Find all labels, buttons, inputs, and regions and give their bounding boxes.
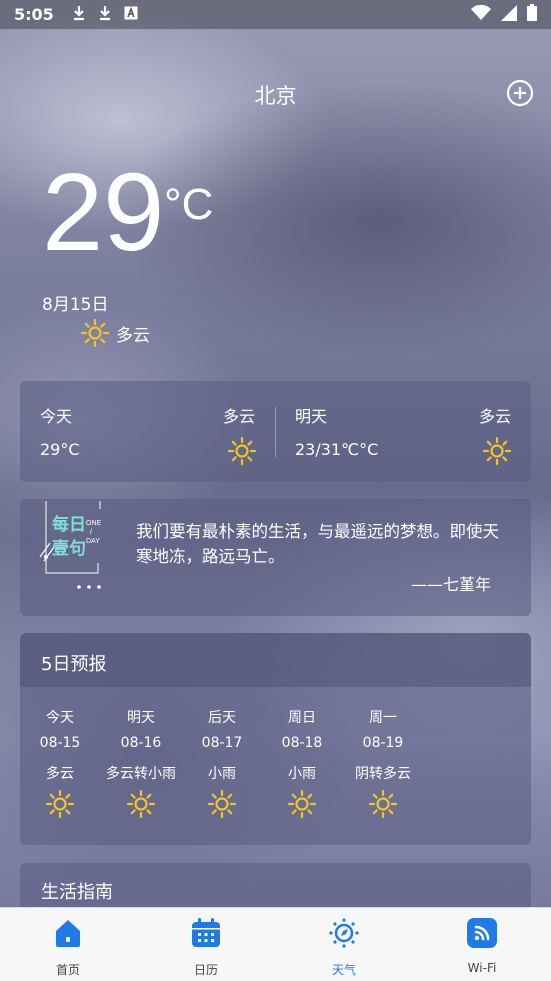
temperature-unit: °C (164, 180, 214, 229)
bottom-tab-bar: 首页 日历 天气 Wi-Fi (0, 907, 551, 981)
forecast-day-name: 周日 (288, 710, 316, 726)
today-tomorrow-card[interactable]: 今天 多云 29°C 明天 多云 23/31℃°C (20, 381, 531, 482)
tab-label: Wi-Fi (467, 961, 497, 975)
battery-icon (527, 4, 537, 25)
forecast-day-name: 今天 (46, 710, 74, 726)
forecast-day-condition: 小雨 (288, 766, 316, 782)
tab-label: 天气 (331, 963, 356, 977)
forecast-day-date: 08-15 (39, 735, 81, 751)
plus-circle-icon (506, 79, 534, 107)
sun-icon (126, 789, 156, 819)
forecast-title: 5日预报 (20, 633, 531, 687)
current-date: 8月15日 (42, 295, 109, 315)
status-time: 5:05 (14, 5, 54, 24)
add-city-button[interactable] (506, 79, 534, 107)
download-icon (72, 5, 86, 25)
sun-icon (482, 436, 512, 466)
today-section: 今天 多云 29°C (20, 381, 275, 482)
tomorrow-condition: 多云 (478, 407, 511, 426)
tab-calendar[interactable]: 日历 (156, 908, 256, 981)
tomorrow-temperature: 23/31℃°C (295, 440, 379, 459)
five-day-forecast-card: 5日预报 今天 08-15 多云 明天 08-16 多云转小雨 后天 08-17… (20, 633, 531, 845)
home-icon (56, 920, 80, 947)
wifi-icon (467, 918, 497, 948)
calendar-icon (192, 918, 220, 947)
compass-icon (329, 918, 359, 948)
quote-text: 我们要有最朴素的生活，与最遥远的梦想。即使天寒地冻，路远马亡。 (136, 522, 499, 566)
today-temperature: 29°C (40, 440, 80, 459)
forecast-day-condition: 阴转多云 (355, 766, 411, 782)
life-guide-title: 生活指南 (41, 882, 113, 903)
forecast-day-date: 08-18 (281, 735, 323, 751)
current-condition: 多云 (116, 325, 150, 346)
download-icon (98, 5, 112, 25)
today-condition: 多云 (222, 407, 255, 426)
sun-icon (207, 789, 237, 819)
quote-author: ——七堇年 (410, 575, 491, 594)
forecast-day-date: 08-17 (201, 735, 243, 751)
status-bar: 5:05 (0, 0, 551, 29)
current-temperature: 29 (42, 151, 165, 274)
sun-icon (287, 789, 317, 819)
tab-label: 首页 (55, 963, 80, 977)
app-notification-icon (124, 6, 138, 24)
tab-weather[interactable]: 天气 (294, 908, 394, 981)
wifi-signal-icon (471, 4, 491, 25)
today-label: 今天 (40, 407, 73, 426)
daily-quote-logo: ONE / DAY 每日壹句 (30, 501, 130, 601)
forecast-day-date: 08-19 (362, 735, 404, 751)
daily-quote-card[interactable]: ONE / DAY 每日壹句 我们要有最朴素的生活，与最遥远的梦想。即使天寒地冻… (20, 499, 531, 616)
forecast-day-condition: 小雨 (208, 766, 236, 782)
forecast-day-date: 08-16 (120, 735, 162, 751)
tab-wifi[interactable]: Wi-Fi (432, 908, 532, 981)
forecast-day-name: 周一 (369, 710, 397, 726)
tomorrow-label: 明天 (295, 407, 328, 426)
sun-icon (45, 789, 75, 819)
sun-icon (227, 436, 257, 466)
forecast-day-condition: 多云 (46, 766, 74, 782)
tomorrow-section: 明天 多云 23/31℃°C (276, 381, 531, 482)
tab-home[interactable]: 首页 (18, 908, 118, 981)
quote-logo-text: 每日壹句 (52, 515, 86, 559)
tab-label: 日历 (193, 963, 218, 977)
sun-icon (80, 318, 110, 348)
sun-icon (368, 789, 398, 819)
cell-signal-icon (501, 4, 517, 25)
forecast-day-name: 明天 (127, 710, 155, 726)
current-condition-row: 多云 (80, 318, 150, 348)
city-name[interactable]: 北京 (0, 80, 551, 110)
forecast-day-condition: 多云转小雨 (106, 766, 176, 782)
forecast-day-name: 后天 (208, 710, 236, 726)
